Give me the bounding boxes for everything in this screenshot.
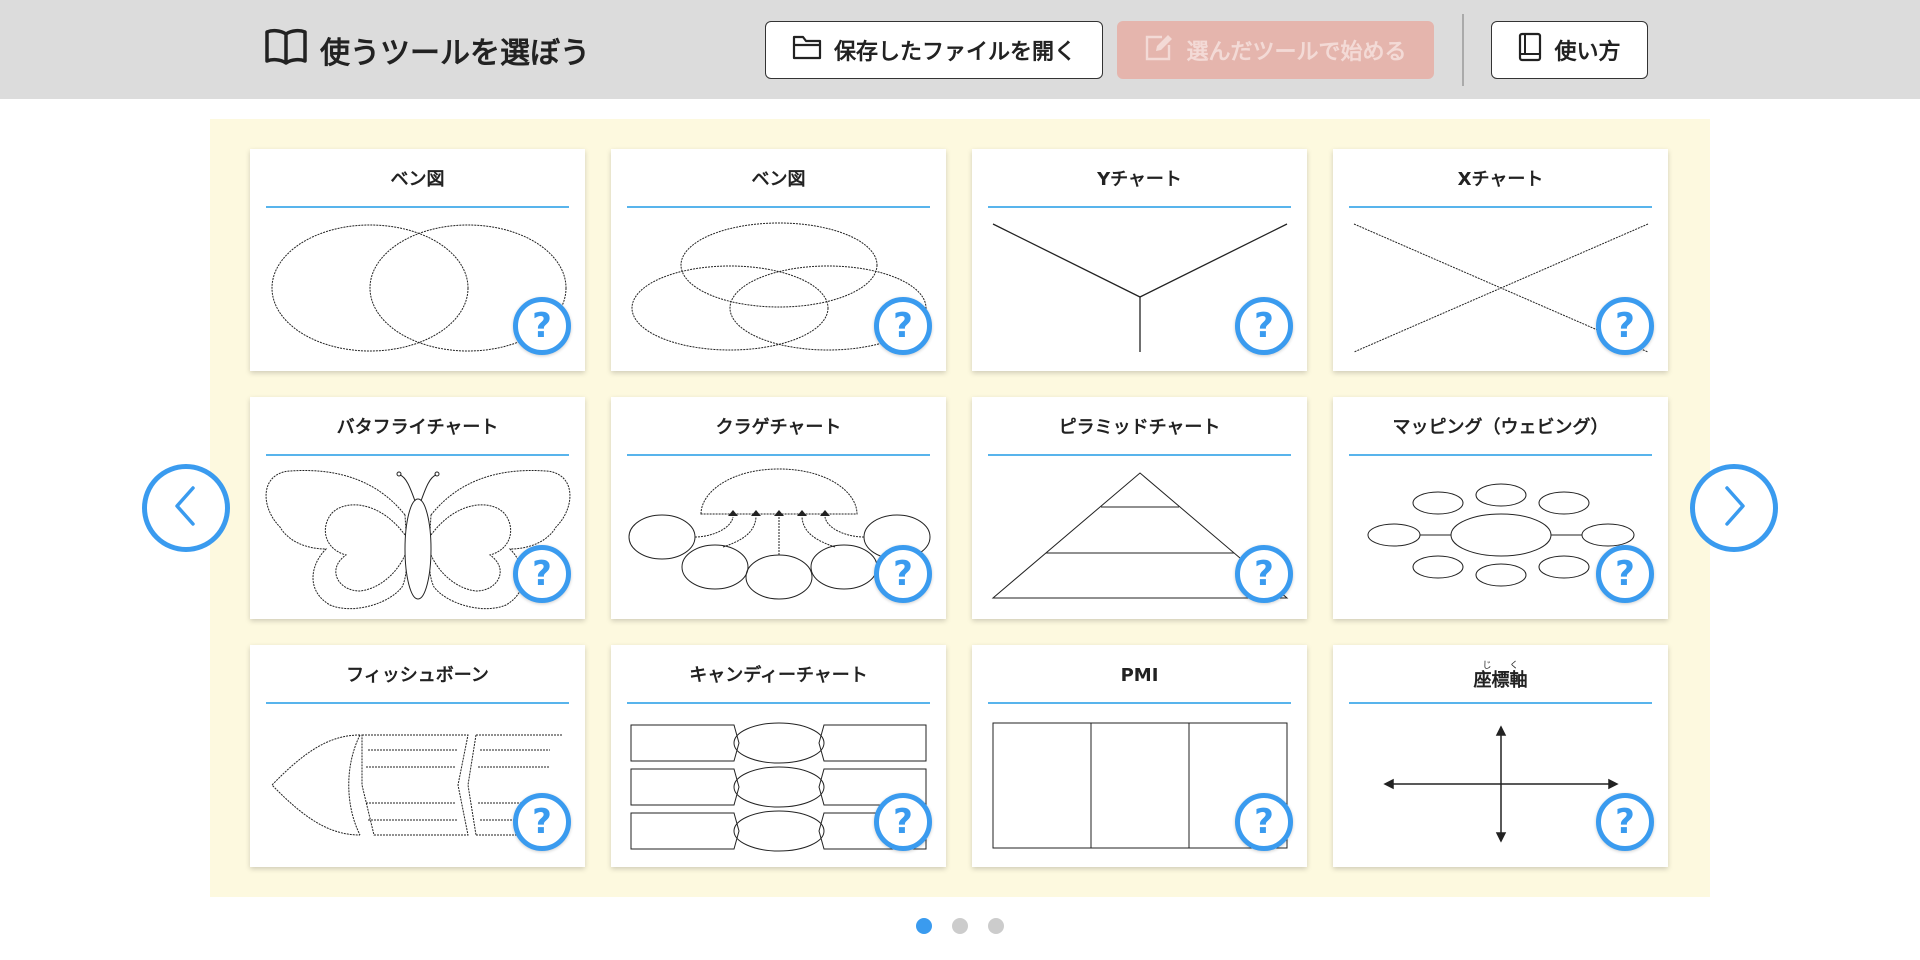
tool-card-pmi[interactable]: PMI ? bbox=[972, 645, 1307, 867]
tool-card-title: PMI bbox=[988, 661, 1291, 704]
help-icon[interactable]: ? bbox=[1596, 793, 1654, 851]
tool-card-venn-2[interactable]: ベン図 ? bbox=[250, 149, 585, 371]
tool-card-title: ベン図 bbox=[627, 165, 930, 208]
page-title: 使うツールを選ぼう bbox=[264, 28, 590, 72]
tool-card-fishbone[interactable]: フィッシュボーン ? bbox=[250, 645, 585, 867]
tool-card-y-chart[interactable]: Yチャート ? bbox=[972, 149, 1307, 371]
help-icon[interactable]: ? bbox=[874, 545, 932, 603]
page-title-text: 使うツールを選ぼう bbox=[320, 36, 590, 71]
tool-card-axes[interactable]: 座標軸じく ? bbox=[1333, 645, 1668, 867]
tool-card-x-chart[interactable]: Xチャート ? bbox=[1333, 149, 1668, 371]
help-icon[interactable]: ? bbox=[513, 793, 571, 851]
tool-card-candy[interactable]: キャンディーチャート ? bbox=[611, 645, 946, 867]
open-saved-file-label: 保存したファイルを開く bbox=[833, 40, 1076, 65]
header-divider bbox=[1462, 14, 1464, 86]
tool-card-title: フィッシュボーン bbox=[266, 661, 569, 704]
how-to-use-label: 使い方 bbox=[1554, 40, 1621, 65]
tool-card-title: ベン図 bbox=[266, 165, 569, 208]
help-icon[interactable]: ? bbox=[1235, 545, 1293, 603]
start-with-selected-tool-button[interactable]: 選んだツールで始める bbox=[1117, 21, 1434, 79]
tool-card-jellyfish[interactable]: クラゲチャート ? bbox=[611, 397, 946, 619]
chevron-left-icon bbox=[171, 484, 201, 532]
start-with-selected-tool-label: 選んだツールで始める bbox=[1186, 40, 1407, 65]
help-icon[interactable]: ? bbox=[874, 297, 932, 355]
edit-icon bbox=[1144, 33, 1174, 67]
tool-card-title: キャンディーチャート bbox=[627, 661, 930, 704]
title-ruby-reading: じく bbox=[1473, 661, 1528, 671]
tool-card-butterfly[interactable]: バタフライチャート ? bbox=[250, 397, 585, 619]
tool-card-venn-3[interactable]: ベン図 ? bbox=[611, 149, 946, 371]
help-icon[interactable]: ? bbox=[1235, 793, 1293, 851]
pagination-dot-3[interactable] bbox=[988, 918, 1004, 934]
open-book-icon bbox=[264, 26, 308, 74]
help-icon[interactable]: ? bbox=[1596, 297, 1654, 355]
help-icon[interactable]: ? bbox=[513, 545, 571, 603]
help-icon[interactable]: ? bbox=[1596, 545, 1654, 603]
help-icon[interactable]: ? bbox=[1235, 297, 1293, 355]
how-to-use-button[interactable]: 使い方 bbox=[1491, 21, 1648, 79]
tool-card-pyramid[interactable]: ピラミッドチャート ? bbox=[972, 397, 1307, 619]
chevron-right-icon bbox=[1719, 484, 1749, 532]
folder-icon bbox=[792, 34, 822, 66]
tool-card-title-text: 座標軸 bbox=[1473, 670, 1528, 691]
help-icon[interactable]: ? bbox=[513, 297, 571, 355]
pagination-dot-1[interactable] bbox=[916, 918, 932, 934]
tool-card-mapping[interactable]: マッピング（ウェビング） ? bbox=[1333, 397, 1668, 619]
tool-card-title: 座標軸じく bbox=[1349, 661, 1652, 704]
tool-card-title: マッピング（ウェビング） bbox=[1349, 413, 1652, 456]
manual-book-icon bbox=[1518, 32, 1542, 68]
tool-card-title: ピラミッドチャート bbox=[988, 413, 1291, 456]
top-header: 使うツールを選ぼう 保存したファイルを開く 選んだツールで始める 使い方 bbox=[0, 0, 1920, 99]
tool-card-title: クラゲチャート bbox=[627, 413, 930, 456]
previous-page-button[interactable] bbox=[142, 464, 230, 552]
help-icon[interactable]: ? bbox=[874, 793, 932, 851]
tool-card-title: Yチャート bbox=[988, 165, 1291, 208]
tool-card-title: Xチャート bbox=[1349, 165, 1652, 208]
next-page-button[interactable] bbox=[1690, 464, 1778, 552]
tool-card-title: バタフライチャート bbox=[266, 413, 569, 456]
pagination-dot-2[interactable] bbox=[952, 918, 968, 934]
tool-selection-panel: ベン図 ? ベン図 ? Yチャート ? Xチャート ? バタフライチャート ? … bbox=[210, 119, 1710, 897]
open-saved-file-button[interactable]: 保存したファイルを開く bbox=[765, 21, 1103, 79]
